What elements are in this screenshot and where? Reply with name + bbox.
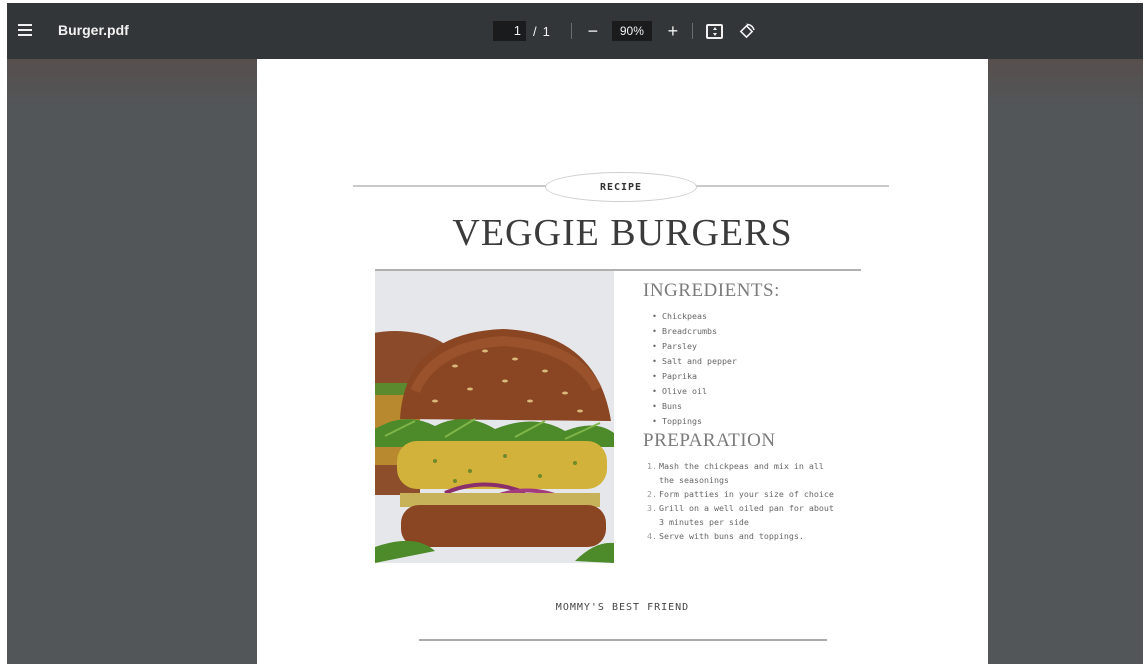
list-item: Buns (652, 399, 737, 414)
list-item: Paprika (652, 369, 737, 384)
fit-to-page-icon (706, 23, 724, 39)
toolbar-divider (570, 23, 572, 39)
step-text: Serve with buns and toppings. (659, 531, 804, 541)
recipe-title: VEGGIE BURGERS (452, 212, 793, 254)
zoom-level-input[interactable]: 90% (611, 21, 652, 41)
burger-illustration (375, 271, 614, 563)
viewer-toolbar: Burger.pdf 1 / 1 − 90% + (7, 3, 1143, 59)
list-item: 2. Form patties in your size of choice (647, 487, 837, 501)
toolbar-divider (691, 23, 693, 39)
step-text: Mash the chickpeas and mix in all the se… (659, 461, 824, 485)
step-number: 3. (647, 503, 657, 513)
list-item: 3. Grill on a well oiled pan for about 3… (647, 501, 837, 529)
list-item: Salt and pepper (652, 354, 737, 369)
list-item: 4. Serve with buns and toppings. (647, 529, 837, 543)
fit-to-page-button[interactable] (705, 21, 725, 41)
pdf-viewer: Burger.pdf 1 / 1 − 90% + RECIPE VEGGIE B… (7, 3, 1143, 664)
rotate-button[interactable] (737, 21, 757, 41)
step-number: 2. (647, 489, 657, 499)
step-text: Grill on a well oiled pan for about 3 mi… (659, 503, 834, 527)
pdf-page: RECIPE VEGGIE BURGERS INGREDIENTS: • Chi… (257, 59, 988, 664)
page-number-input[interactable]: 1 (493, 21, 526, 41)
list-item: Olive oil (652, 384, 737, 399)
ingredients-list: Chickpeas Breadcrumbs Parsley Salt and p… (652, 309, 737, 429)
ingredients-heading: INGREDIENTS: (643, 280, 780, 301)
page-total: 1 (542, 23, 550, 39)
recipe-badge: RECIPE (545, 172, 697, 202)
list-item: 1. Mash the chickpeas and mix in all the… (647, 459, 837, 487)
list-item: Parsley (652, 339, 737, 354)
hamburger-menu-icon[interactable] (13, 18, 37, 42)
divider-line (419, 639, 827, 641)
zoom-out-button[interactable]: − (583, 21, 603, 41)
page-separator: / (533, 23, 537, 39)
step-number: 4. (647, 531, 657, 541)
list-item: Toppings (652, 414, 737, 429)
zoom-in-button[interactable]: + (663, 21, 683, 41)
rotate-counterclockwise-icon (739, 23, 755, 39)
step-text: Form patties in your size of choice (659, 489, 834, 499)
list-item: Chickpeas (652, 309, 737, 324)
burger-photo (375, 271, 614, 563)
list-item: Breadcrumbs (652, 324, 737, 339)
preparation-steps: 1. Mash the chickpeas and mix in all the… (647, 459, 837, 543)
document-title: Burger.pdf (58, 22, 129, 38)
step-number: 1. (647, 461, 657, 471)
footer-text: MOMMY'S BEST FRIEND (555, 602, 690, 613)
toolbar-center-controls: 1 / 1 − 90% + (493, 19, 757, 43)
preparation-heading: PREPARATION (643, 430, 776, 451)
